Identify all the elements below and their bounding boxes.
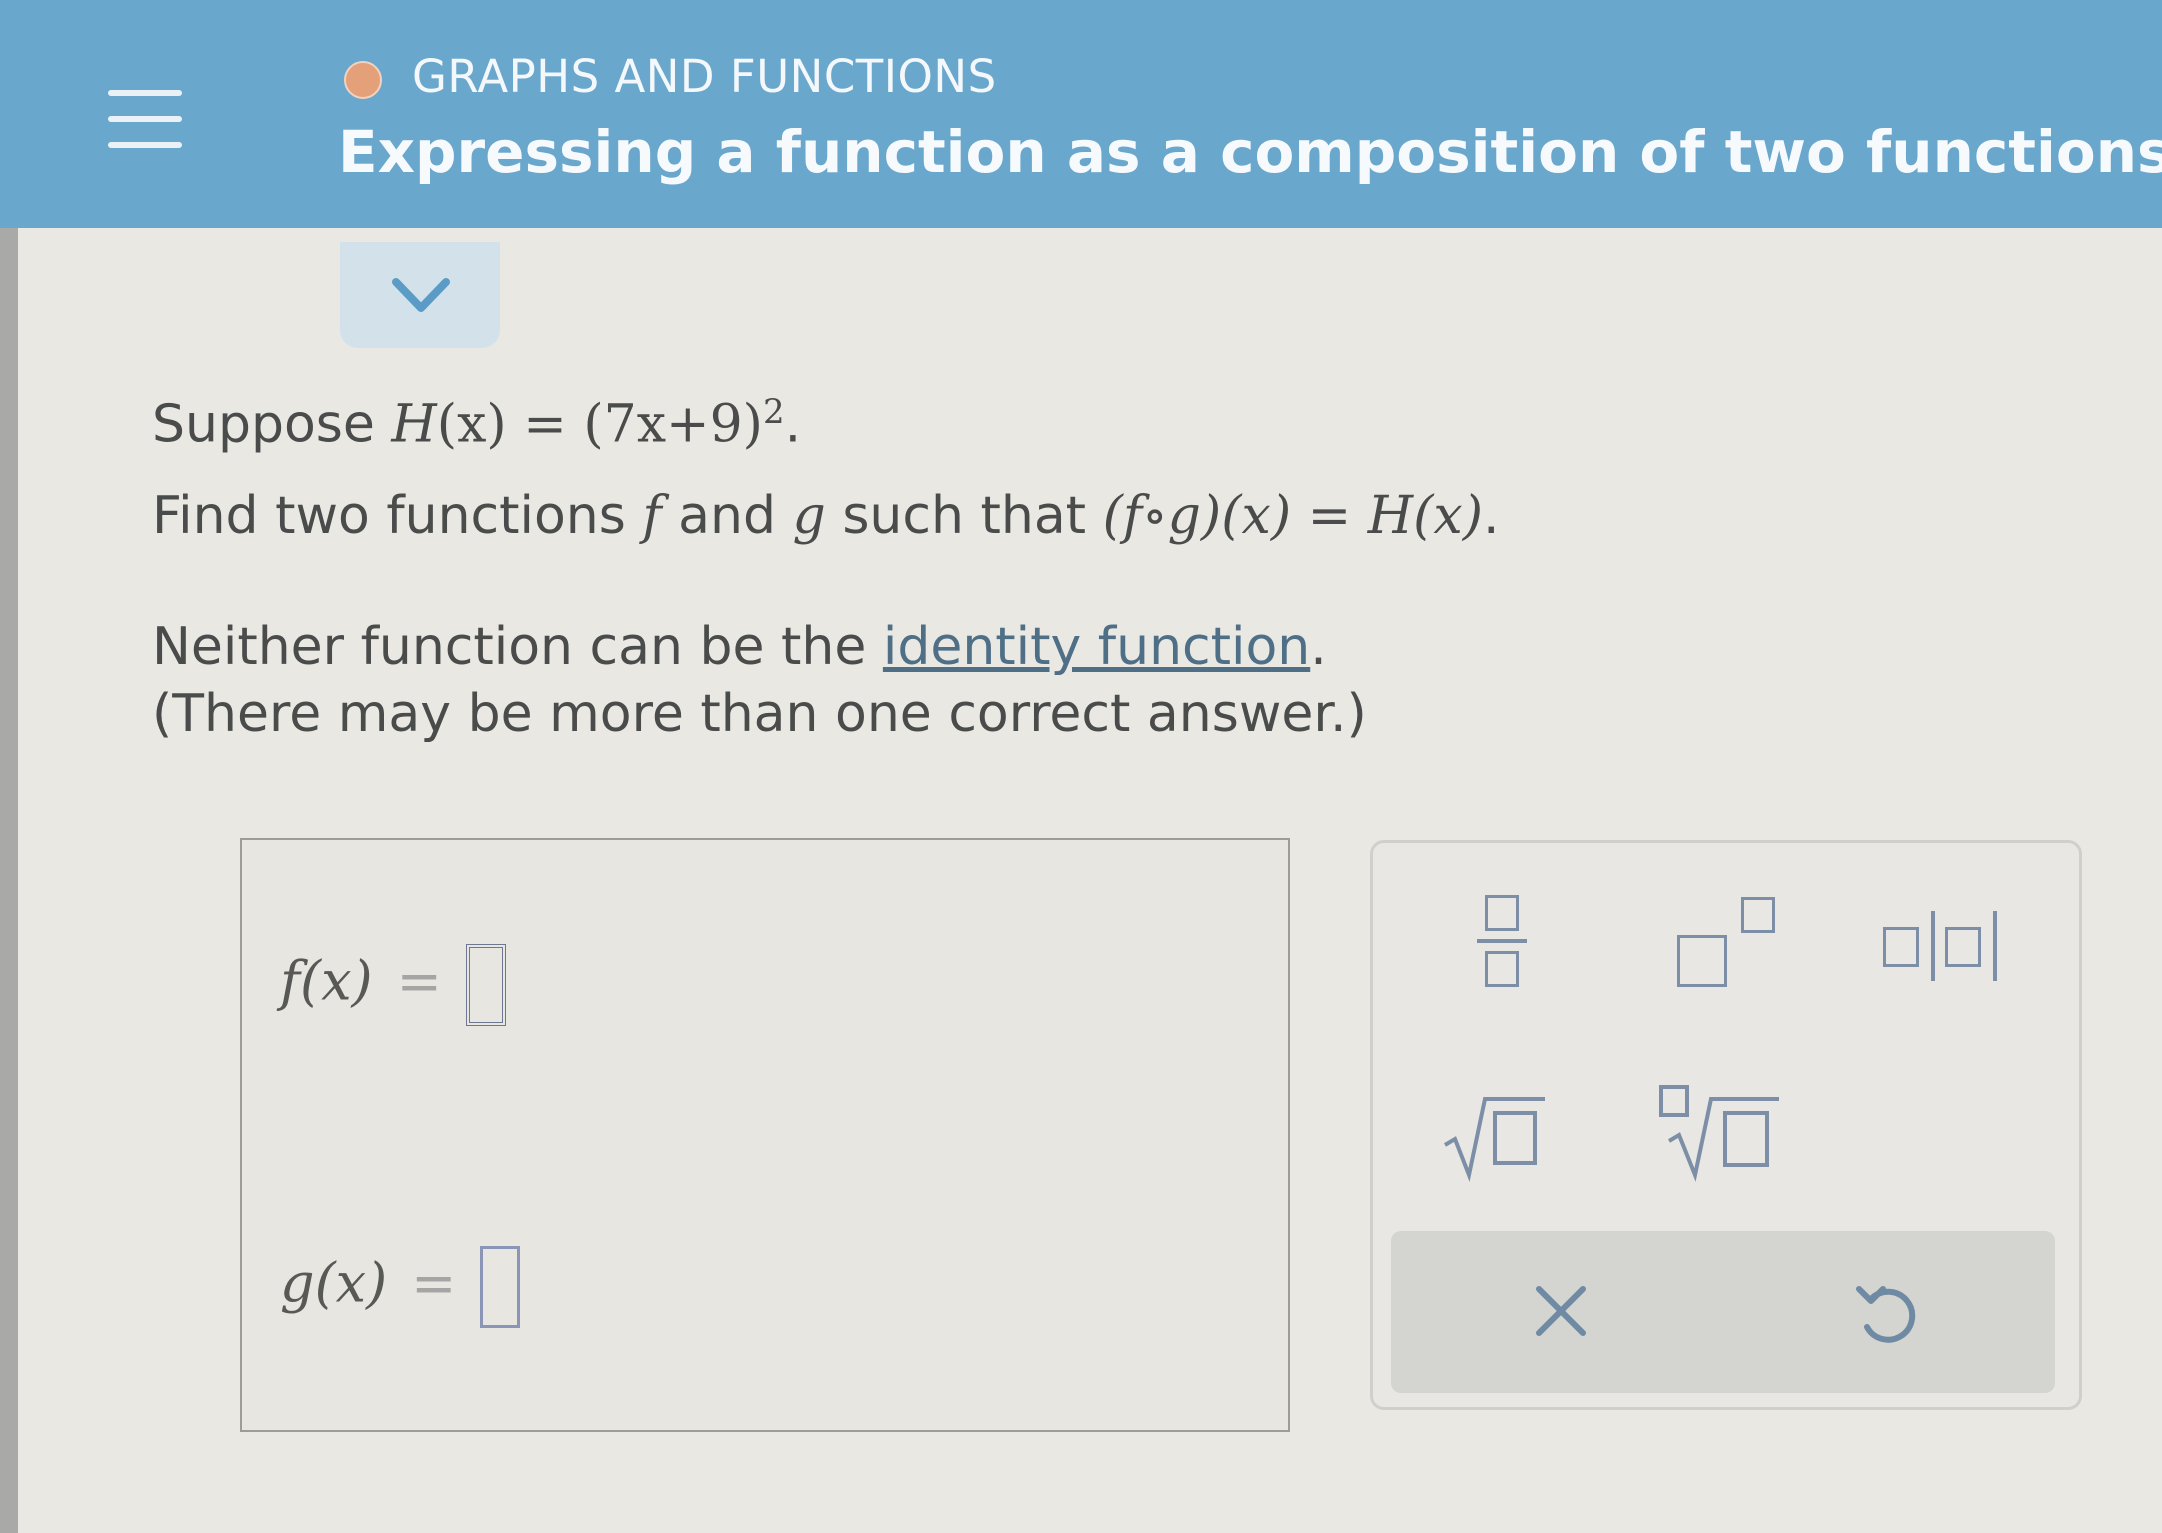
multiple-answers-note: (There may be more than one correct answ… <box>152 684 1367 744</box>
hamburger-menu-icon[interactable] <box>108 86 182 156</box>
f-variable: f <box>642 486 662 546</box>
find-text: Find two functions <box>152 486 643 546</box>
fraction-button[interactable] <box>1471 891 1531 991</box>
f-argument: (x) <box>300 949 373 1013</box>
nth-root-icon <box>1659 1085 1779 1182</box>
equals-sign: = <box>506 394 584 455</box>
power-button[interactable] <box>1673 891 1783 991</box>
identity-note-line: Neither function can be the identity fun… <box>152 617 1327 677</box>
H-argument: (x) <box>436 394 507 455</box>
undo-button[interactable] <box>1845 1271 1925 1351</box>
H-expression: (7x+9) <box>583 394 763 455</box>
instruction-period: . <box>1483 486 1500 546</box>
note-period: . <box>1310 617 1327 677</box>
g-argument: (x) <box>314 1251 388 1315</box>
statement-period: . <box>784 394 802 455</box>
keypad-action-bar <box>1391 1231 2055 1393</box>
answer-panel: f(x) = g(x) = <box>240 838 1290 1432</box>
topic-status-dot <box>344 61 382 99</box>
page-title: Expressing a function as a composition o… <box>338 118 2162 186</box>
identity-function-link[interactable]: identity function <box>883 617 1310 677</box>
collapse-toggle-button[interactable] <box>340 242 500 348</box>
undo-icon <box>1856 1286 1916 1343</box>
g-answer-input[interactable] <box>480 1246 521 1328</box>
topic-label: GRAPHS AND FUNCTIONS <box>412 50 997 103</box>
sqrt-icon <box>1443 1097 1545 1182</box>
header-bar: GRAPHS AND FUNCTIONS Expressing a functi… <box>0 0 2162 228</box>
f-equals: = <box>396 949 442 1013</box>
such-that-text: such that <box>825 486 1103 546</box>
problem-statement-line: Suppose H(x) = (7x+9)2. <box>152 392 801 454</box>
absolute-value-button[interactable] <box>1883 897 2023 987</box>
g-variable: g <box>792 486 826 546</box>
H-exponent: 2 <box>762 392 785 432</box>
composition-expression: (f∘g)(x) = H(x) <box>1102 486 1483 546</box>
nth-root-button[interactable] <box>1655 1079 1785 1183</box>
f-answer-row: f(x) = <box>280 944 506 1026</box>
H-function-name: H <box>391 394 437 455</box>
math-keypad <box>1370 840 2082 1410</box>
g-equals: = <box>411 1251 457 1315</box>
and-text: and <box>661 486 793 546</box>
screen-edge <box>0 0 18 1533</box>
square-root-button[interactable] <box>1441 1083 1551 1183</box>
clear-icon <box>1536 1286 1586 1336</box>
f-label: f <box>280 949 300 1013</box>
g-answer-row: g(x) = <box>280 1246 521 1328</box>
clear-button[interactable] <box>1521 1271 1601 1351</box>
g-label: g <box>280 1251 315 1315</box>
neither-text: Neither function can be the <box>152 617 883 677</box>
chevron-down-icon <box>392 278 450 312</box>
suppose-word: Suppose <box>152 394 375 455</box>
find-instruction-line: Find two functions f and g such that (f∘… <box>152 486 1500 546</box>
f-answer-input[interactable] <box>465 944 506 1026</box>
